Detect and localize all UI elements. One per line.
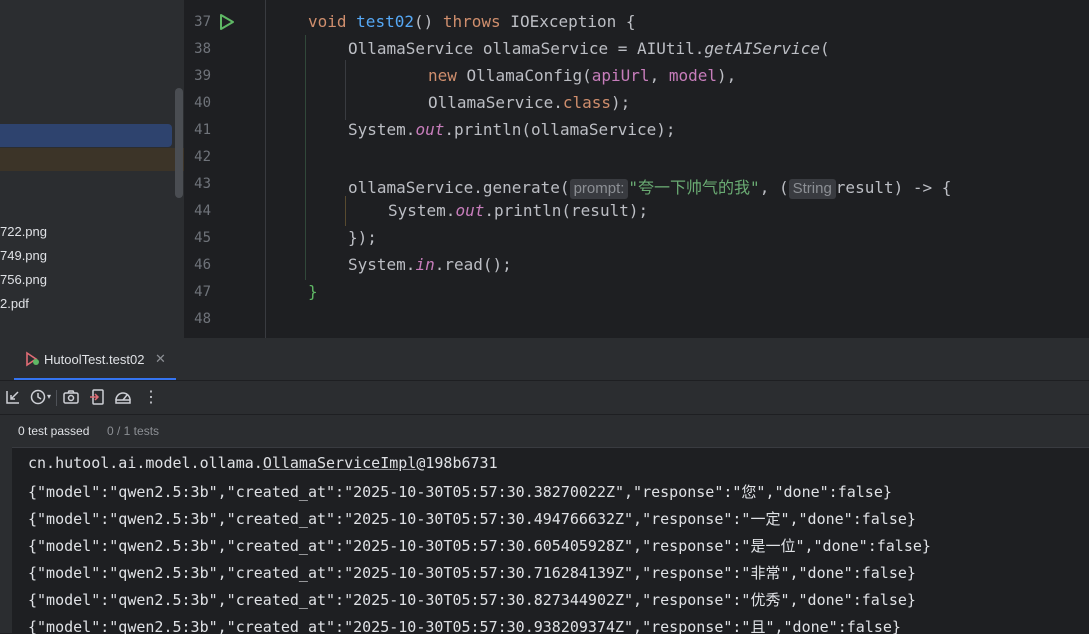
close-icon[interactable]: ✕ [155, 351, 166, 367]
type-hint: String [788, 179, 836, 199]
code-line: void test02() throws IOException { [308, 12, 636, 31]
gutter-separator [265, 0, 266, 338]
console-output[interactable]: cn.hutool.ai.model.ollama.OllamaServiceI… [12, 447, 1089, 634]
test-icon [26, 351, 39, 367]
line-number: 44 [194, 203, 211, 219]
history-icon[interactable] [29, 388, 47, 406]
console-line: cn.hutool.ai.model.ollama.OllamaServiceI… [28, 454, 498, 472]
tree-file-item[interactable]: 749.png [0, 248, 47, 263]
code-line: System.out.println(result); [388, 201, 649, 220]
test-status-bar: 0 test passed 0 / 1 tests [0, 415, 1089, 447]
code-line: ollamaService.generate(prompt: "夸一下帅气的我",… [348, 178, 952, 199]
line-number: 41 [194, 122, 211, 138]
console-line: {"model":"qwen2.5:3b","created_at":"2025… [28, 510, 916, 528]
tree-file-item[interactable]: 722.png [0, 224, 47, 239]
console-line: {"model":"qwen2.5:3b","created_at":"2025… [28, 618, 901, 634]
line-number: 37 [194, 14, 211, 30]
code-editor[interactable]: 37 38 39 40 41 42 43 44 45 46 47 48 void… [184, 0, 1089, 338]
parameter-hint: prompt: [569, 179, 629, 199]
tree-file-item[interactable]: 756.png [0, 272, 47, 287]
selected-tree-row[interactable] [0, 124, 172, 147]
line-number: 42 [194, 149, 211, 165]
tab-hutooltest-test02[interactable]: HutoolTest.test02 ✕ [14, 338, 176, 380]
import-tests-icon[interactable] [4, 388, 22, 406]
toolbar-divider [56, 390, 57, 406]
code-line: }); [348, 228, 377, 247]
line-number: 48 [194, 311, 211, 327]
screenshot-icon[interactable] [62, 388, 80, 406]
console-class-link[interactable]: OllamaServiceImpl [263, 454, 417, 472]
line-number: 47 [194, 284, 211, 300]
export-icon[interactable] [89, 388, 107, 406]
project-tree: 722.png 749.png 756.png 2.pdf [0, 0, 184, 338]
line-number: 40 [194, 95, 211, 111]
highlighted-tree-row[interactable] [0, 148, 184, 171]
run-tool-window: HutoolTest.test02 ✕ ▾ ⋮ 0 test passed 0 … [0, 338, 1089, 634]
code-line: System.in.read(); [348, 255, 512, 274]
play-icon[interactable] [219, 13, 235, 31]
indent-guide [305, 35, 306, 280]
coverage-icon[interactable] [114, 388, 132, 406]
console-line: {"model":"qwen2.5:3b","created_at":"2025… [28, 537, 931, 555]
run-toolbar: ▾ ⋮ [0, 380, 1089, 415]
run-tabs: HutoolTest.test02 ✕ [0, 338, 1089, 381]
more-icon[interactable]: ⋮ [143, 387, 159, 407]
console-line: {"model":"qwen2.5:3b","created_at":"2025… [28, 591, 916, 609]
line-number: 46 [194, 257, 211, 273]
code-line: OllamaService.class); [428, 93, 631, 112]
tab-label: HutoolTest.test02 [44, 352, 145, 367]
chevron-down-icon[interactable]: ▾ [47, 392, 51, 401]
console-line: {"model":"qwen2.5:3b","created_at":"2025… [28, 564, 916, 582]
project-scrollbar[interactable] [175, 88, 183, 198]
line-number: 38 [194, 41, 211, 57]
code-line: new OllamaConfig(apiUrl, model), [428, 66, 737, 85]
code-line: OllamaService ollamaService = AIUtil.get… [348, 39, 830, 58]
tests-passed-label: 0 test passed [18, 424, 90, 438]
tree-file-item[interactable]: 2.pdf [0, 296, 29, 311]
indent-guide [345, 60, 346, 120]
line-number: 39 [194, 68, 211, 84]
indent-guide [345, 196, 346, 226]
code-line: } [308, 282, 318, 301]
console-line: {"model":"qwen2.5:3b","created_at":"2025… [28, 483, 892, 501]
code-line: System.out.println(ollamaService); [348, 120, 676, 139]
line-number: 43 [194, 176, 211, 192]
tests-count-label: 0 / 1 tests [107, 424, 160, 438]
line-number: 45 [194, 230, 211, 246]
